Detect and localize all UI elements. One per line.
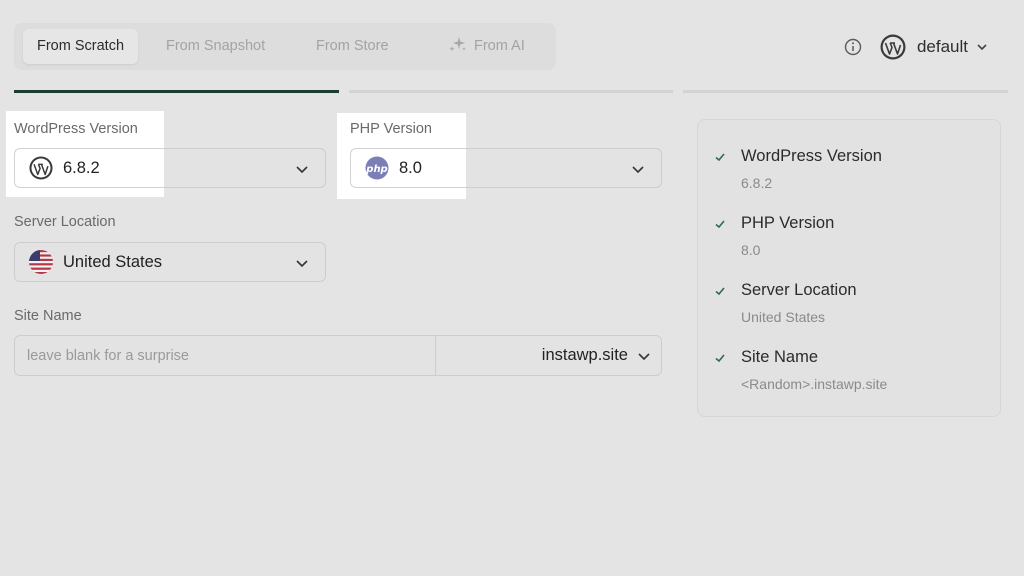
- chevron-down-icon: [296, 166, 308, 174]
- tab-from-scratch[interactable]: From Scratch: [23, 29, 139, 64]
- tab-label: From Snapshot: [166, 38, 266, 54]
- php-version-value[interactable]: php 8.0: [350, 148, 466, 188]
- us-flag-icon: [29, 250, 53, 274]
- profile-name: default: [916, 37, 968, 56]
- summary-value: 8.0: [741, 242, 761, 258]
- tab-from-ai[interactable]: From AI: [448, 29, 525, 64]
- server-location-label: Server Location: [14, 214, 116, 230]
- check-icon: [715, 153, 725, 162]
- php-icon: php: [365, 156, 389, 180]
- wordpress-icon: [29, 156, 53, 180]
- tab-label: From Scratch: [37, 38, 125, 54]
- wordpress-version-field: WordPress Version 6.8.2: [6, 111, 164, 197]
- domain-value: instawp.site: [541, 346, 628, 364]
- chevron-down-icon: [638, 353, 650, 361]
- summary-card: WordPress Version 6.8.2 PHP Version 8.0 …: [697, 119, 1001, 417]
- php-version-label: PHP Version: [350, 121, 432, 137]
- check-icon: [715, 220, 725, 229]
- check-icon: [715, 287, 725, 296]
- php-version-field: PHP Version php 8.0: [337, 113, 466, 199]
- profile-area: default: [844, 33, 988, 61]
- svg-text:php: php: [365, 164, 387, 175]
- summary-title: WordPress Version: [741, 147, 882, 165]
- site-name-group: instawp.site: [14, 335, 662, 376]
- summary-value: <Random>.instawp.site: [741, 376, 888, 392]
- php-version-text: 8.0: [399, 158, 422, 177]
- wordpress-version-label: WordPress Version: [14, 121, 138, 137]
- tab-from-store[interactable]: From Store: [316, 29, 389, 64]
- check-icon: [715, 354, 725, 363]
- summary-value: 6.8.2: [741, 175, 773, 191]
- site-name-label: Site Name: [14, 308, 82, 324]
- chevron-down-icon: [977, 44, 987, 51]
- wordpress-icon: [880, 34, 906, 60]
- tab-from-snapshot[interactable]: From Snapshot: [166, 29, 265, 64]
- chevron-down-icon: [632, 166, 644, 174]
- info-icon[interactable]: [844, 38, 862, 56]
- progress-step-2: [349, 90, 673, 93]
- wordpress-version-value[interactable]: 6.8.2: [14, 148, 164, 188]
- progress-step-3: [683, 90, 1008, 93]
- server-location-select[interactable]: United States: [14, 242, 326, 282]
- progress-step-1: [14, 90, 339, 93]
- chevron-down-icon: [296, 260, 308, 268]
- sparkle-icon: [449, 37, 466, 52]
- server-location-value: United States: [63, 252, 163, 271]
- wordpress-version-text: 6.8.2: [63, 158, 100, 177]
- summary-title: Server Location: [741, 281, 857, 299]
- source-tab-bar: From Scratch From Snapshot From Store Fr…: [14, 23, 556, 70]
- summary-title: PHP Version: [741, 214, 835, 232]
- tab-label: From Store: [316, 38, 389, 54]
- summary-value: United States: [741, 309, 826, 325]
- domain-select[interactable]: instawp.site: [435, 336, 661, 375]
- site-name-input[interactable]: [15, 336, 435, 375]
- summary-title: Site Name: [741, 348, 819, 366]
- tab-label: From AI: [474, 38, 525, 54]
- profile-selector[interactable]: default: [880, 34, 988, 60]
